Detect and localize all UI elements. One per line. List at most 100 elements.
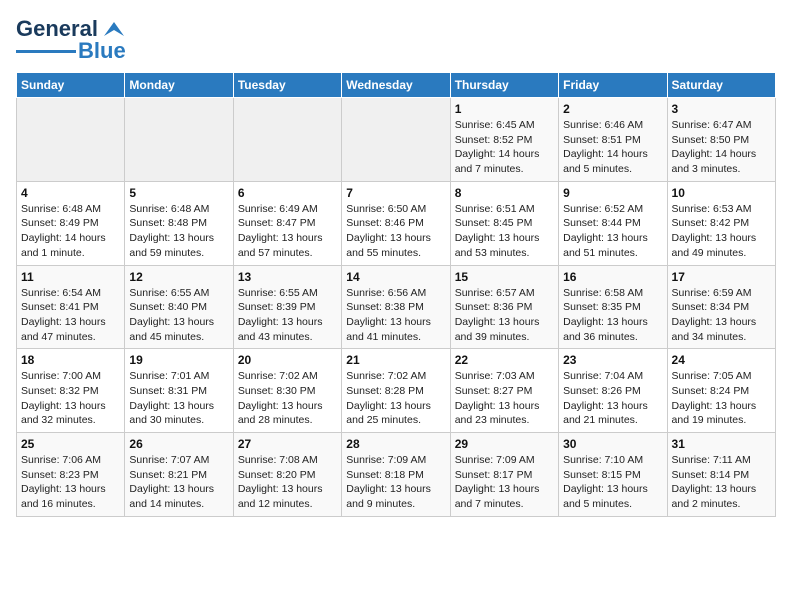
day-of-week-header: Sunday (17, 73, 125, 98)
calendar-day-cell: 19Sunrise: 7:01 AM Sunset: 8:31 PM Dayli… (125, 349, 233, 433)
day-info: Sunrise: 6:59 AM Sunset: 8:34 PM Dayligh… (672, 286, 771, 345)
day-info: Sunrise: 7:10 AM Sunset: 8:15 PM Dayligh… (563, 453, 662, 512)
day-number: 23 (563, 353, 662, 367)
day-number: 7 (346, 186, 445, 200)
calendar-day-cell: 1 Sunrise: 6:45 AM Sunset: 8:52 PM Daylig… (450, 98, 558, 182)
day-number: 15 (455, 270, 554, 284)
day-of-week-header: Tuesday (233, 73, 341, 98)
calendar-day-cell: 23 Sunrise: 7:04 AM Sunset: 8:26 PM Dayli… (559, 349, 667, 433)
calendar-day-cell: 8 Sunrise: 6:51 AM Sunset: 8:45 PM Daylig… (450, 181, 558, 265)
calendar-week-row: 25Sunrise: 7:06 AM Sunset: 8:23 PM Dayli… (17, 433, 776, 517)
day-number: 30 (563, 437, 662, 451)
day-info: Sunrise: 6:51 AM Sunset: 8:45 PM Dayligh… (455, 202, 554, 261)
page-header: General Blue (16, 16, 776, 64)
day-number: 21 (346, 353, 445, 367)
calendar-week-row: 1 Sunrise: 6:45 AM Sunset: 8:52 PM Daylig… (17, 98, 776, 182)
day-number: 6 (238, 186, 337, 200)
day-info: Sunrise: 7:02 AM Sunset: 8:30 PM Dayligh… (238, 369, 337, 428)
day-number: 26 (129, 437, 228, 451)
day-info: Sunrise: 7:04 AM Sunset: 8:26 PM Dayligh… (563, 369, 662, 428)
calendar-week-row: 18Sunrise: 7:00 AM Sunset: 8:32 PM Dayli… (17, 349, 776, 433)
calendar-header-row: SundayMondayTuesdayWednesdayThursdayFrid… (17, 73, 776, 98)
day-info: Sunrise: 6:46 AM Sunset: 8:51 PM Dayligh… (563, 118, 662, 177)
logo: General Blue (16, 16, 128, 64)
day-info: Sunrise: 7:03 AM Sunset: 8:27 PM Dayligh… (455, 369, 554, 428)
calendar-day-cell: 18Sunrise: 7:00 AM Sunset: 8:32 PM Dayli… (17, 349, 125, 433)
day-info: Sunrise: 7:05 AM Sunset: 8:24 PM Dayligh… (672, 369, 771, 428)
day-of-week-header: Friday (559, 73, 667, 98)
day-info: Sunrise: 7:09 AM Sunset: 8:18 PM Dayligh… (346, 453, 445, 512)
day-info: Sunrise: 6:55 AM Sunset: 8:40 PM Dayligh… (129, 286, 228, 345)
calendar-week-row: 11Sunrise: 6:54 AM Sunset: 8:41 PM Dayli… (17, 265, 776, 349)
day-info: Sunrise: 6:58 AM Sunset: 8:35 PM Dayligh… (563, 286, 662, 345)
day-info: Sunrise: 6:52 AM Sunset: 8:44 PM Dayligh… (563, 202, 662, 261)
day-number: 5 (129, 186, 228, 200)
calendar-day-cell: 5 Sunrise: 6:48 AM Sunset: 8:48 PM Daylig… (125, 181, 233, 265)
day-number: 4 (21, 186, 120, 200)
day-info: Sunrise: 7:02 AM Sunset: 8:28 PM Dayligh… (346, 369, 445, 428)
calendar-day-cell: 29 Sunrise: 7:09 AM Sunset: 8:17 PM Dayli… (450, 433, 558, 517)
calendar-day-cell: 27Sunrise: 7:08 AM Sunset: 8:20 PM Dayli… (233, 433, 341, 517)
day-number: 8 (455, 186, 554, 200)
calendar-day-cell: 7Sunrise: 6:50 AM Sunset: 8:46 PM Daylig… (342, 181, 450, 265)
day-info: Sunrise: 6:49 AM Sunset: 8:47 PM Dayligh… (238, 202, 337, 261)
day-number: 31 (672, 437, 771, 451)
calendar-day-cell: 25Sunrise: 7:06 AM Sunset: 8:23 PM Dayli… (17, 433, 125, 517)
day-number: 28 (346, 437, 445, 451)
day-number: 9 (563, 186, 662, 200)
day-info: Sunrise: 7:09 AM Sunset: 8:17 PM Dayligh… (455, 453, 554, 512)
calendar-day-cell: 15 Sunrise: 6:57 AM Sunset: 8:36 PM Dayli… (450, 265, 558, 349)
day-info: Sunrise: 6:45 AM Sunset: 8:52 PM Dayligh… (455, 118, 554, 177)
day-number: 10 (672, 186, 771, 200)
day-info: Sunrise: 6:47 AM Sunset: 8:50 PM Dayligh… (672, 118, 771, 177)
calendar-day-cell: 22 Sunrise: 7:03 AM Sunset: 8:27 PM Dayli… (450, 349, 558, 433)
calendar-day-cell: 3 Sunrise: 6:47 AM Sunset: 8:50 PM Daylig… (667, 98, 775, 182)
calendar-table: SundayMondayTuesdayWednesdayThursdayFrid… (16, 72, 776, 517)
day-number: 2 (563, 102, 662, 116)
calendar-day-cell: 24 Sunrise: 7:05 AM Sunset: 8:24 PM Dayli… (667, 349, 775, 433)
day-number: 13 (238, 270, 337, 284)
calendar-day-cell: 2 Sunrise: 6:46 AM Sunset: 8:51 PM Daylig… (559, 98, 667, 182)
day-info: Sunrise: 6:55 AM Sunset: 8:39 PM Dayligh… (238, 286, 337, 345)
day-info: Sunrise: 7:00 AM Sunset: 8:32 PM Dayligh… (21, 369, 120, 428)
day-info: Sunrise: 6:53 AM Sunset: 8:42 PM Dayligh… (672, 202, 771, 261)
calendar-day-cell: 13 Sunrise: 6:55 AM Sunset: 8:39 PM Dayli… (233, 265, 341, 349)
day-info: Sunrise: 6:54 AM Sunset: 8:41 PM Dayligh… (21, 286, 120, 345)
day-number: 1 (455, 102, 554, 116)
day-of-week-header: Thursday (450, 73, 558, 98)
calendar-day-cell: 6 Sunrise: 6:49 AM Sunset: 8:47 PM Daylig… (233, 181, 341, 265)
day-number: 3 (672, 102, 771, 116)
day-number: 27 (238, 437, 337, 451)
calendar-day-cell: 9 Sunrise: 6:52 AM Sunset: 8:44 PM Daylig… (559, 181, 667, 265)
calendar-day-cell: 10 Sunrise: 6:53 AM Sunset: 8:42 PM Dayli… (667, 181, 775, 265)
day-number: 12 (129, 270, 228, 284)
calendar-day-cell: 14 Sunrise: 6:56 AM Sunset: 8:38 PM Dayli… (342, 265, 450, 349)
day-info: Sunrise: 7:07 AM Sunset: 8:21 PM Dayligh… (129, 453, 228, 512)
calendar-day-cell: 30 Sunrise: 7:10 AM Sunset: 8:15 PM Dayli… (559, 433, 667, 517)
day-info: Sunrise: 7:06 AM Sunset: 8:23 PM Dayligh… (21, 453, 120, 512)
day-number: 17 (672, 270, 771, 284)
day-info: Sunrise: 6:57 AM Sunset: 8:36 PM Dayligh… (455, 286, 554, 345)
calendar-day-cell: 28 Sunrise: 7:09 AM Sunset: 8:18 PM Dayli… (342, 433, 450, 517)
day-number: 14 (346, 270, 445, 284)
day-info: Sunrise: 7:11 AM Sunset: 8:14 PM Dayligh… (672, 453, 771, 512)
calendar-day-cell: 12 Sunrise: 6:55 AM Sunset: 8:40 PM Dayli… (125, 265, 233, 349)
day-number: 16 (563, 270, 662, 284)
day-number: 22 (455, 353, 554, 367)
day-number: 24 (672, 353, 771, 367)
calendar-day-cell: 21 Sunrise: 7:02 AM Sunset: 8:28 PM Dayli… (342, 349, 450, 433)
day-info: Sunrise: 6:48 AM Sunset: 8:48 PM Dayligh… (129, 202, 228, 261)
day-info: Sunrise: 6:48 AM Sunset: 8:49 PM Dayligh… (21, 202, 120, 261)
day-of-week-header: Wednesday (342, 73, 450, 98)
calendar-day-cell (342, 98, 450, 182)
day-number: 20 (238, 353, 337, 367)
calendar-day-cell: 26 Sunrise: 7:07 AM Sunset: 8:21 PM Dayli… (125, 433, 233, 517)
day-number: 29 (455, 437, 554, 451)
day-info: Sunrise: 7:01 AM Sunset: 8:31 PM Dayligh… (129, 369, 228, 428)
calendar-day-cell (233, 98, 341, 182)
calendar-day-cell: 11Sunrise: 6:54 AM Sunset: 8:41 PM Dayli… (17, 265, 125, 349)
calendar-day-cell (125, 98, 233, 182)
day-info: Sunrise: 6:56 AM Sunset: 8:38 PM Dayligh… (346, 286, 445, 345)
day-of-week-header: Monday (125, 73, 233, 98)
calendar-day-cell: 16 Sunrise: 6:58 AM Sunset: 8:35 PM Dayli… (559, 265, 667, 349)
